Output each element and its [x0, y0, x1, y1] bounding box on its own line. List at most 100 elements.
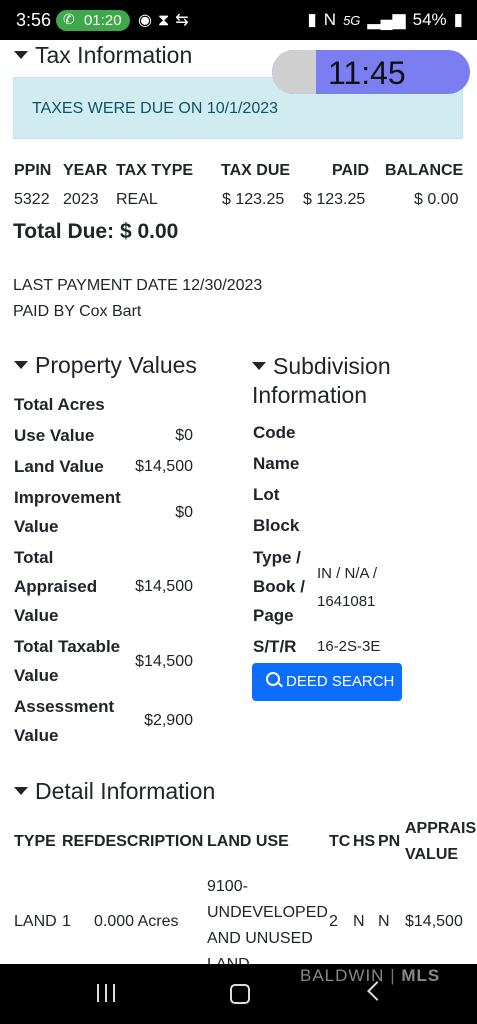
sub-label-str: S/T/R	[253, 637, 297, 656]
col-header: LAND USE	[207, 833, 289, 850]
clock-handle[interactable]	[272, 50, 316, 94]
sub-label-name: Name	[253, 454, 300, 473]
floating-clock-time: 11:45	[328, 55, 406, 91]
battery-icon: ▮	[453, 10, 463, 29]
status-indicators: ▮ N 5G ▂▄▆ 54% ▮	[300, 10, 463, 30]
sim-icon: ▮	[307, 10, 317, 29]
col-header: TYPE	[14, 833, 56, 850]
pv-value-total-appraised-value: $14,500	[135, 578, 193, 595]
home-button[interactable]	[230, 984, 250, 1004]
sub-label-lot: Lot	[253, 485, 280, 504]
paid-by: PAID BY Cox Bart	[13, 303, 142, 320]
col-header: APPRAIS	[405, 820, 477, 837]
col-header: PN	[378, 833, 401, 850]
col-header: DESCRIPTION	[94, 833, 204, 850]
notification-icons: ◉⧗⇆	[138, 10, 195, 30]
table-cell: 1	[62, 913, 71, 930]
pv-value-total-taxable-value: $14,500	[135, 653, 193, 670]
recent-apps-button[interactable]	[97, 984, 117, 1002]
search-icon	[266, 672, 280, 686]
tax-due-alert-text: TAXES WERE DUE ON 10/1/2023	[32, 100, 279, 117]
col-header: HS	[353, 833, 376, 850]
col-header: TAX DUE	[221, 162, 291, 179]
col-header: TAX TYPE	[116, 162, 194, 179]
label-line: Improvement	[14, 488, 121, 507]
caret-down-icon	[252, 362, 266, 370]
table-cell: 2	[329, 913, 338, 930]
network-type: 5G	[343, 13, 361, 28]
caret-down-icon	[14, 361, 28, 369]
pv-label-total-appraised-value: Total Appraised Value	[14, 543, 97, 630]
total-due: Total Due: $ 0.00	[13, 220, 179, 243]
land-use-line: 9100-	[207, 878, 248, 895]
hourglass-icon: ⧗	[157, 12, 176, 29]
chrome-icon: ◉	[138, 12, 158, 29]
pv-label-use-value: Use Value	[14, 426, 95, 445]
battery-level: 54%	[412, 10, 447, 29]
table-cell: LAND	[14, 913, 57, 930]
watermark-text: BALDWIN	[300, 966, 385, 985]
pv-value-land-value: $14,500	[135, 458, 193, 475]
table-cell: $14,500	[405, 913, 463, 930]
subdivision-heading-line: Subdivision	[273, 353, 391, 379]
col-header: TC	[329, 833, 351, 850]
table-cell: 5322	[14, 191, 50, 208]
sub-label-block: Block	[253, 516, 300, 535]
pv-value-assessment-value: $2,900	[144, 712, 193, 729]
tax-info-heading[interactable]: Tax Information	[14, 42, 192, 69]
caret-down-icon	[14, 787, 28, 795]
nfc-icon: N	[323, 10, 337, 29]
table-cell: N	[378, 913, 390, 930]
col-header: YEAR	[63, 162, 108, 179]
property-values-heading-text: Property Values	[35, 352, 197, 378]
pv-value-use-value: $0	[175, 427, 193, 444]
label-line: Total Taxable	[14, 637, 121, 656]
status-bar: 3:56 ✆ 01:20 ◉⧗⇆ ▮ N 5G ▂▄▆ 54% ▮	[0, 0, 477, 40]
watermark-text: MLS	[401, 966, 441, 985]
call-timer: 01:20	[84, 12, 122, 29]
label-line: Page	[253, 606, 294, 625]
last-payment-date: LAST PAYMENT DATE 12/30/2023	[13, 277, 263, 294]
caret-down-icon	[14, 51, 28, 59]
table-cell: $ 0.00	[414, 191, 459, 208]
land-use-line: AND UNUSED	[207, 930, 313, 947]
value-line: 1641081	[317, 593, 376, 610]
deed-search-label: DEED SEARCH	[286, 673, 395, 690]
col-header: REF	[62, 833, 94, 850]
label-line: Book /	[253, 577, 305, 596]
table-cell: $ 123.25	[222, 191, 285, 208]
deed-search-button[interactable]: DEED SEARCH	[252, 663, 402, 701]
label-line: Assessment	[14, 697, 115, 716]
subdivision-heading[interactable]: Subdivision Information	[252, 352, 391, 410]
col-header: BALANCE	[385, 162, 464, 179]
call-timer-chip[interactable]: ✆ 01:20	[56, 10, 130, 31]
pv-label-total-acres: Total Acres	[14, 395, 105, 414]
tax-info-heading-text: Tax Information	[35, 42, 193, 68]
label-line: Value	[14, 517, 59, 536]
label-line: Value	[14, 666, 59, 685]
subdivision-heading-line: Information	[252, 382, 368, 408]
detail-info-heading[interactable]: Detail Information	[14, 778, 215, 805]
sub-label-type-book-page: Type / Book / Page	[253, 543, 305, 630]
baldwin-mls-watermark: BALDWIN | MLS	[300, 966, 441, 985]
page-content: Tax Information TAXES WERE DUE ON 10/1/2…	[0, 40, 477, 964]
land-use-line: UNDEVELOPED	[207, 904, 328, 921]
pv-label-improvement-value: Improvement Value	[14, 483, 121, 541]
detail-info-heading-text: Detail Information	[35, 778, 216, 804]
table-cell: 2023	[63, 191, 99, 208]
floating-clock-widget[interactable]: 11:45	[272, 50, 470, 94]
sub-value-str: 16-2S-3E	[317, 638, 381, 655]
status-time: 3:56	[16, 10, 52, 30]
sub-label-code: Code	[253, 423, 296, 442]
col-header: VALUE	[405, 846, 459, 863]
property-values-heading[interactable]: Property Values	[14, 352, 197, 379]
table-cell: $ 123.25	[303, 191, 366, 208]
label-line: Value	[14, 726, 59, 745]
pv-label-total-taxable-value: Total Taxable Value	[14, 632, 120, 690]
label-line: Value	[14, 606, 59, 625]
label-line: Appraised	[14, 577, 98, 596]
table-cell: 0.000 Acres	[94, 913, 179, 930]
pv-label-assessment-value: Assessment Value	[14, 692, 114, 750]
table-cell-land-use: 9100- UNDEVELOPED AND UNUSED LAND	[207, 874, 328, 964]
signal-icon: ▂▄▆	[367, 10, 406, 29]
